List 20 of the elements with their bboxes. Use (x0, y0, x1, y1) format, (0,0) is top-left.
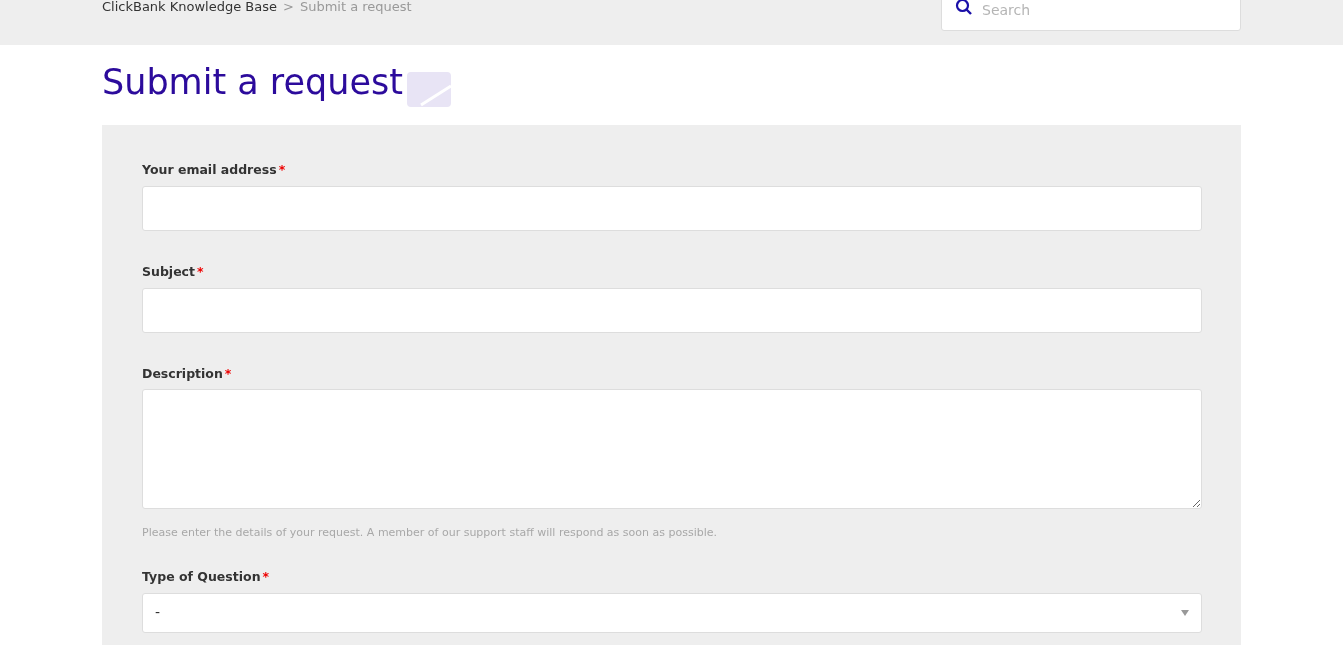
input-field[interactable] (142, 185, 1202, 231)
select-field[interactable]: - (142, 592, 1202, 633)
caret-icon (1181, 609, 1189, 616)
field-label: Type of Question (142, 568, 261, 584)
field-label: Subject (142, 263, 195, 279)
breadcrumb-current: Submit a request (299, 0, 412, 14)
field-label: Description (142, 365, 223, 381)
required-mark: * (278, 162, 286, 177)
page-title: Submit a request (102, 61, 403, 103)
required-mark: * (197, 263, 204, 279)
field-hint: Please enter the details of your request. A member of our support staff will respond as soon as possible. (142, 525, 718, 542)
breadcrumb-separator: > (283, 0, 294, 14)
required-mark: * (224, 365, 232, 381)
input-field[interactable] (142, 287, 1202, 333)
breadcrumb-link[interactable]: ClickBank Knowledge Base (102, 0, 277, 14)
required-mark: * (262, 568, 270, 584)
textarea-field[interactable] (142, 389, 1202, 510)
envelope-icon (406, 72, 451, 107)
search-field[interactable]: Search (941, 0, 1241, 31)
field-label: Your email address (142, 162, 277, 177)
